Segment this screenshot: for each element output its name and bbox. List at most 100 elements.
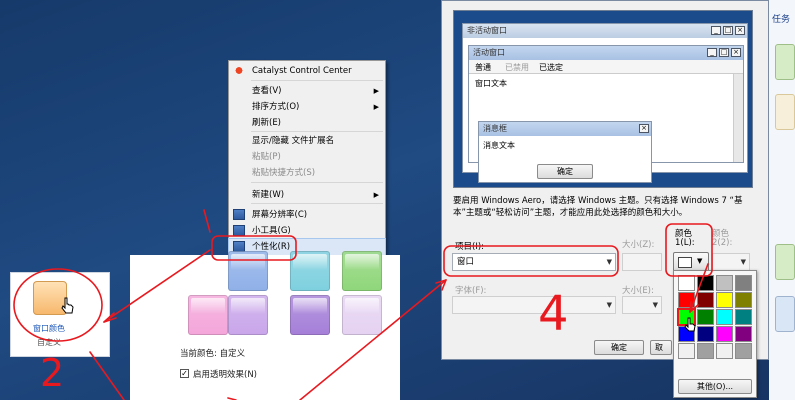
font-select[interactable]: ▼	[452, 296, 616, 314]
context-menu-item[interactable]: 排序方式(O) ▶	[229, 99, 385, 115]
context-menu-item[interactable]: 新建(W) ▶	[229, 187, 385, 203]
context-menu-label: 粘贴(P)	[252, 152, 281, 162]
color2-sub-label: 2(2):	[712, 238, 733, 248]
active-window-title: 活动窗口	[469, 46, 743, 60]
color-cell[interactable]	[735, 343, 752, 359]
minimize-icon: _	[707, 48, 717, 57]
maximize-icon: □	[719, 48, 729, 57]
color-swatch[interactable]	[290, 295, 330, 335]
context-menu-label: Catalyst Control Center	[252, 66, 352, 76]
theme-thumb[interactable]	[775, 94, 795, 130]
color1-button[interactable]: ▼	[673, 252, 709, 272]
size-label: 大小(Z):	[622, 240, 655, 250]
other-colors-button[interactable]: 其他(O)...	[678, 379, 752, 394]
color-swatch[interactable]	[290, 251, 330, 291]
aero-description: 要启用 Windows Aero，请选择 Windows 主题。只有选择 Win…	[453, 196, 743, 218]
size-spinner[interactable]	[622, 253, 662, 271]
color-swatch[interactable]	[342, 295, 382, 335]
context-menu-label: 显示/隐藏 文件扩展名	[252, 136, 335, 146]
personalization-panel: 当前颜色: 自定义 ✓ 启用透明效果(N)	[130, 251, 400, 400]
chevron-down-icon: ▼	[606, 301, 612, 309]
context-menu-label: 粘贴快捷方式(S)	[252, 168, 316, 178]
color-cell[interactable]	[678, 343, 695, 359]
context-menu-label: 查看(V)	[252, 86, 282, 96]
color-cell[interactable]	[697, 292, 714, 308]
color-cell[interactable]	[716, 343, 733, 359]
color-cell[interactable]	[697, 309, 714, 325]
context-menu-item[interactable]: 屏幕分辨率(C)	[229, 207, 385, 223]
right-panel-sliver: 任务	[769, 0, 795, 400]
color-cell[interactable]	[716, 309, 733, 325]
color1-sub-label: 1(L):	[675, 238, 695, 248]
menu-selected: 已选定	[539, 63, 563, 72]
tile-sub-label: 自定义	[37, 338, 61, 347]
message-text: 消息文本	[483, 141, 515, 150]
maximize-icon: □	[723, 26, 733, 35]
item-label: 项目(I):	[455, 242, 485, 252]
color2-button[interactable]: ▼	[712, 253, 750, 271]
color-cell[interactable]	[716, 292, 733, 308]
color-cell[interactable]	[678, 292, 695, 308]
item-select-value: 窗口	[457, 257, 475, 267]
menu-disabled: 已禁用	[505, 63, 529, 72]
color-cell[interactable]	[735, 326, 752, 342]
context-menu-label: 小工具(G)	[252, 226, 291, 236]
theme-thumb[interactable]	[775, 296, 795, 332]
window-color-tile[interactable]: 窗口颜色 自定义	[10, 272, 110, 357]
window-text: 窗口文本	[475, 79, 507, 88]
color-cell[interactable]	[735, 309, 752, 325]
context-menu-label: 刷新(E)	[252, 118, 282, 128]
color-swatch[interactable]	[228, 251, 268, 291]
desktop-context-menu: Catalyst Control Center 查看(V) ▶ 排序方式(O) ▶ 刷新(…	[228, 60, 386, 260]
transparency-checkbox[interactable]: ✓	[180, 369, 189, 378]
context-menu-label: 排序方式(O)	[252, 102, 300, 112]
theme-thumb[interactable]	[775, 244, 795, 280]
color-cell[interactable]	[716, 326, 733, 342]
task-label: 任务	[772, 15, 791, 25]
menu-separator	[251, 131, 383, 132]
appearance-preview: 非活动窗口 _ □ × 活动窗口 _ □ × 普通 已禁用 已选定 窗口文本 消…	[453, 10, 753, 188]
context-menu-item[interactable]: 粘贴(P)	[229, 149, 385, 165]
menu-separator	[251, 80, 383, 81]
chevron-right-icon: ▶	[373, 103, 379, 111]
context-menu-item[interactable]: Catalyst Control Center	[229, 63, 385, 79]
font-size-label: 大小(E):	[622, 286, 654, 296]
theme-thumb[interactable]	[775, 44, 795, 80]
color-cell[interactable]	[716, 275, 733, 291]
chevron-down-icon: ▼	[652, 301, 658, 309]
context-menu-item[interactable]: 显示/隐藏 文件扩展名	[229, 133, 385, 149]
tile-label: 窗口颜色	[33, 324, 65, 333]
chevron-down-icon: ▼	[697, 257, 703, 265]
preview-scrollbar	[733, 74, 743, 162]
color-cell[interactable]	[697, 275, 714, 291]
color-swatch[interactable]	[228, 295, 268, 335]
color-picker-popup: 其他(O)...	[673, 270, 757, 398]
color-cell[interactable]	[697, 343, 714, 359]
context-menu-item[interactable]: 粘贴快捷方式(S)	[229, 165, 385, 181]
font-label: 字体(F):	[455, 286, 487, 296]
catalyst-icon	[233, 65, 245, 76]
color-cell[interactable]	[735, 292, 752, 308]
color-swatch[interactable]	[188, 295, 228, 335]
cancel-button[interactable]: 取	[650, 340, 672, 355]
font-size-select[interactable]: ▼	[622, 296, 662, 314]
color-cell[interactable]	[697, 326, 714, 342]
ok-button[interactable]: 确定	[594, 340, 644, 355]
item-select[interactable]: 窗口 ▼	[452, 253, 616, 271]
message-box-preview: 消息框 × 消息文本 确定	[478, 121, 652, 183]
color-cell[interactable]	[735, 275, 752, 291]
color-cell[interactable]	[678, 275, 695, 291]
close-icon: ×	[735, 26, 745, 35]
preview-menu-bar: 普通 已禁用 已选定	[469, 60, 743, 74]
gadget-icon	[233, 225, 245, 236]
context-menu-item[interactable]: 查看(V) ▶	[229, 83, 385, 99]
context-menu-item[interactable]: 小工具(G)	[229, 223, 385, 239]
close-icon: ×	[639, 124, 649, 133]
color-swatch[interactable]	[342, 251, 382, 291]
mouse-pointer-icon	[684, 317, 696, 332]
context-menu-item[interactable]: 刷新(E)	[229, 115, 385, 131]
preview-ok-button: 确定	[537, 164, 593, 179]
color1-swatch	[678, 257, 692, 268]
message-box-title: 消息框	[479, 122, 651, 136]
transparency-label: 启用透明效果(N)	[193, 370, 257, 380]
